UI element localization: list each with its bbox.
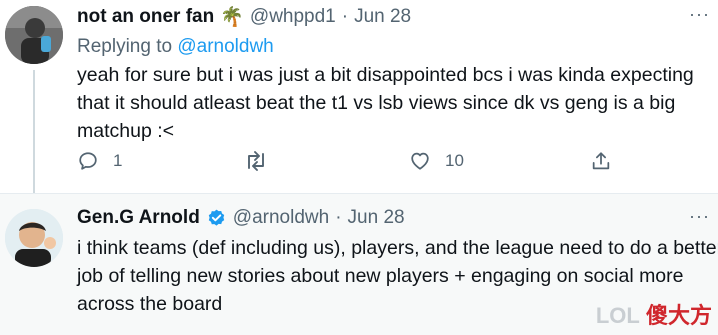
- retweet-button[interactable]: [244, 150, 268, 172]
- tweet-text-line: matchup :<: [77, 120, 175, 142]
- palm-tree-emoji: 🌴: [220, 7, 244, 28]
- heart-icon: [411, 152, 429, 170]
- timestamp[interactable]: Jun 28: [348, 207, 405, 229]
- handle[interactable]: @whppd1: [250, 6, 336, 28]
- more-options-icon[interactable]: ···: [689, 206, 710, 227]
- tweet-header: Gen.G Arnold @arnoldwh · Jun 28: [77, 207, 405, 229]
- like-count: 10: [445, 150, 464, 170]
- separator: ·: [341, 6, 349, 27]
- verified-badge-icon: [208, 209, 224, 226]
- more-options-icon[interactable]: ···: [689, 4, 710, 25]
- tweet-text-line: job of telling new stories about new pla…: [77, 265, 684, 287]
- reply-icon: [79, 152, 97, 170]
- replying-to: Replying to @arnoldwh: [77, 36, 274, 58]
- watermark-site: LOL: [595, 303, 640, 328]
- tweet-header: not an oner fan 🌴 @whppd1 · Jun 28: [77, 5, 411, 29]
- watermark: LOL 傻大方: [596, 298, 712, 330]
- reply-button[interactable]: 1: [77, 150, 122, 172]
- tweet-text: yeah for sure but i was just a bit disap…: [77, 61, 717, 145]
- avatar[interactable]: [5, 6, 63, 64]
- share-icon: [592, 152, 610, 170]
- separator: ·: [335, 207, 342, 228]
- tweet-actions: 1 10: [77, 150, 617, 178]
- user-photo-icon: [5, 6, 63, 64]
- share-button[interactable]: [590, 150, 612, 172]
- reply-prefix: Replying to: [77, 36, 173, 57]
- reply-mention-link[interactable]: @arnoldwh: [177, 36, 273, 57]
- like-button[interactable]: 10: [409, 150, 464, 171]
- avatar[interactable]: [5, 209, 63, 267]
- retweet-icon: [248, 151, 264, 171]
- tweet-1[interactable]: not an oner fan 🌴 @whppd1 · Jun 28 ··· R…: [0, 0, 718, 194]
- user-photo-icon: [5, 209, 63, 267]
- display-name[interactable]: Gen.G Arnold: [77, 207, 200, 229]
- tweet-text-line: i think teams (def including us), player…: [77, 237, 718, 259]
- tweet-text-line: that it should atleast beat the t1 vs ls…: [77, 92, 676, 114]
- display-name[interactable]: not an oner fan: [77, 6, 214, 28]
- watermark-brand: 傻大方: [645, 303, 712, 328]
- reply-count: 1: [113, 151, 123, 170]
- timestamp[interactable]: Jun 28: [354, 6, 411, 28]
- thread-connector: [33, 70, 35, 194]
- tweet-text-line: yeah for sure but i was just a bit disap…: [77, 64, 694, 86]
- handle[interactable]: @arnoldwh: [233, 207, 329, 229]
